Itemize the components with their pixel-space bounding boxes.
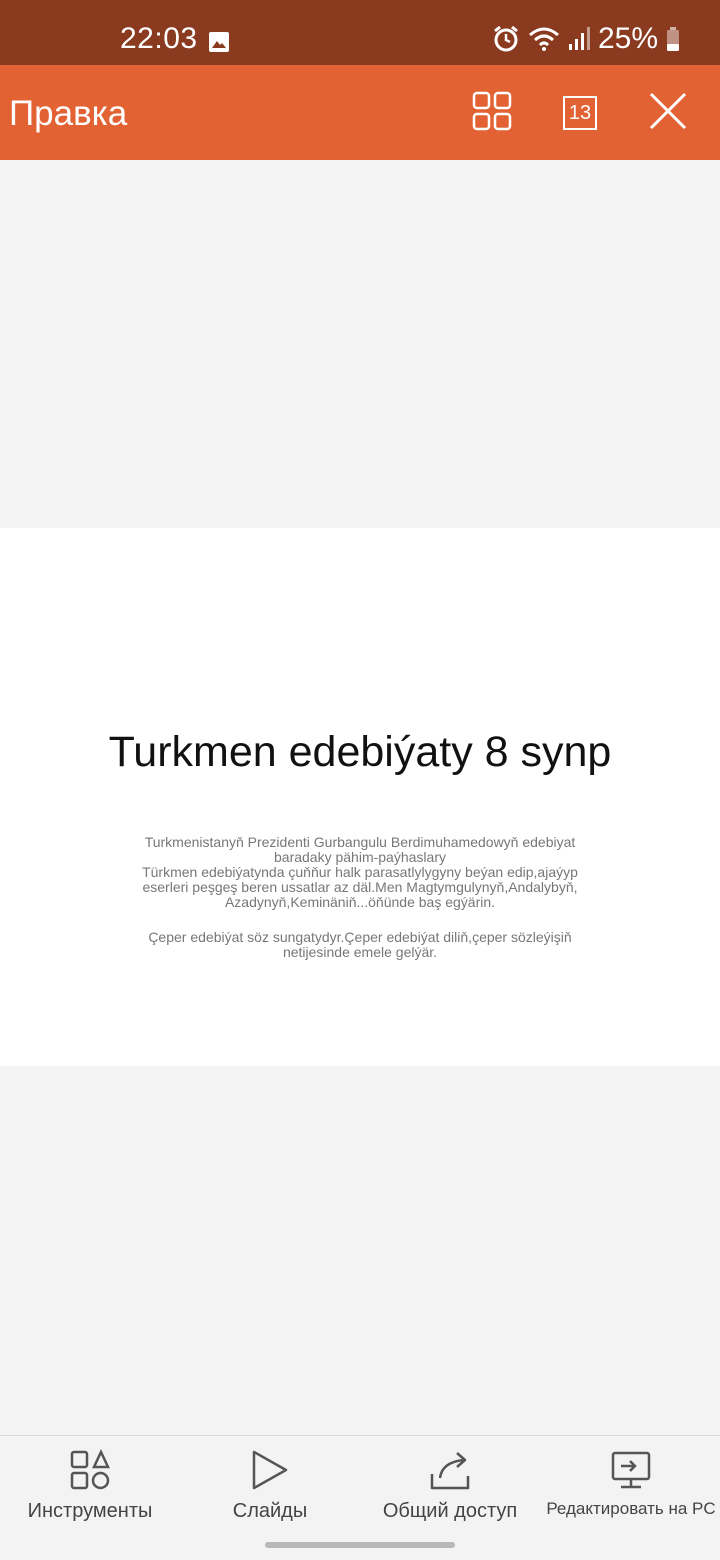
slide-paragraph: Turkmenistanyň Prezidenti Gurbangulu Ber… <box>144 834 576 865</box>
edit-on-pc-label: Редактировать на PC <box>546 1499 716 1518</box>
slide-title: Turkmen edebiýaty 8 synp <box>108 728 612 776</box>
gallery-icon <box>208 31 230 53</box>
alarm-icon <box>492 25 520 53</box>
status-time: 22:03 <box>120 22 198 55</box>
page-count: 13 <box>568 101 592 124</box>
slides-button[interactable]: Слайды <box>190 1436 350 1531</box>
play-icon <box>248 1448 292 1492</box>
home-gesture-handle[interactable] <box>265 1542 455 1548</box>
close-button[interactable] <box>642 87 694 139</box>
page-count-button[interactable]: 13 <box>554 87 606 139</box>
slide[interactable]: Turkmen edebiýaty 8 synp Turkmenistanyň … <box>0 528 720 1066</box>
wifi-icon <box>528 26 560 52</box>
grid-view-button[interactable] <box>466 87 518 139</box>
close-icon <box>648 91 688 136</box>
share-label: Общий доступ <box>382 1500 518 1522</box>
tools-icon <box>68 1448 112 1492</box>
navigation-bar <box>0 1530 720 1560</box>
slides-label: Слайды <box>232 1500 308 1522</box>
monitor-icon <box>609 1448 653 1492</box>
grid-view-icon <box>472 91 512 136</box>
edit-on-pc-button[interactable]: Редактировать на PC <box>545 1436 717 1531</box>
battery-icon <box>666 26 680 52</box>
edit-title[interactable]: Правка <box>9 94 127 134</box>
status-bar: 22:03 25% <box>0 0 720 65</box>
tools-label: Инструменты <box>27 1500 153 1522</box>
slide-paragraph: Çeper edebiýat söz sungatydyr.Çeper edeb… <box>148 929 572 960</box>
app-bar: Правка 13 <box>0 65 720 160</box>
share-button[interactable]: Общий доступ <box>370 1436 530 1531</box>
share-icon <box>428 1448 472 1492</box>
tools-button[interactable]: Инструменты <box>10 1436 170 1531</box>
battery-percent: 25% <box>597 22 658 55</box>
slide-paragraph: Türkmen edebiýatynda çuňňur halk parasat… <box>142 864 578 910</box>
slide-body: Turkmenistanyň Prezidenti Gurbangulu Ber… <box>120 835 600 960</box>
bottom-toolbar: Инструменты Слайды Общий доступ Редактир… <box>0 1435 720 1531</box>
page-count-icon: 13 <box>563 96 597 130</box>
signal-icon <box>568 26 590 52</box>
